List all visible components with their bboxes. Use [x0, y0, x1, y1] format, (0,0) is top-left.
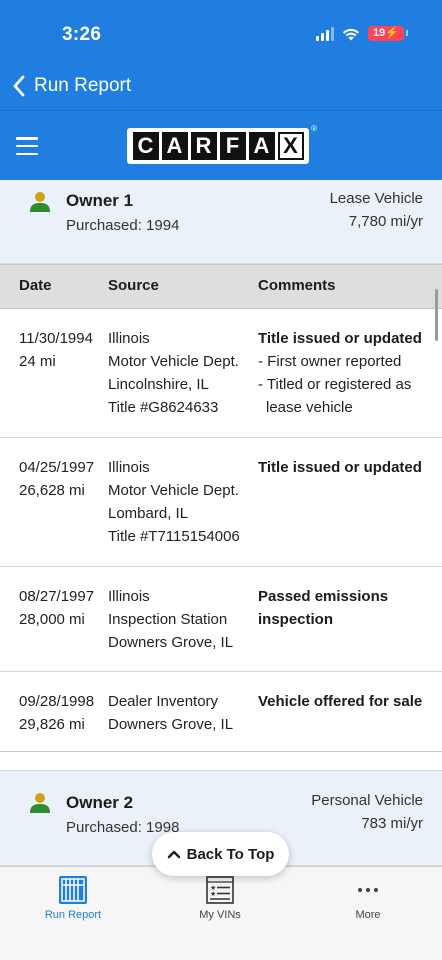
- row-mileage: 28,000 mi: [19, 611, 85, 628]
- row-source-line: Lincolnshire, IL: [108, 376, 209, 393]
- back-to-top-button[interactable]: Back To Top: [152, 832, 289, 876]
- status-icons: 19⚡: [316, 26, 408, 41]
- row-comment-title: Title issued or updated: [258, 459, 422, 476]
- row-source-line: Downers Grove, IL: [108, 634, 234, 651]
- tab-bar: Run Report ★ ★ My VINs More: [0, 866, 442, 960]
- table-row: 11/30/1994 24 mi Illinois Motor Vehicle …: [0, 309, 442, 438]
- status-time: 3:26: [62, 24, 102, 45]
- tab-label: My VINs: [199, 909, 241, 921]
- logo-letter: R: [190, 132, 217, 160]
- wifi-icon: [342, 28, 360, 40]
- table-header: Date Source Comments: [0, 265, 442, 309]
- tab-more[interactable]: More: [308, 875, 428, 921]
- tab-label: Run Report: [44, 909, 102, 921]
- history-table[interactable]: Date Source Comments 11/30/1994 24 mi Il…: [0, 264, 442, 752]
- header-date: Date: [19, 277, 52, 294]
- row-date: 08/27/1997: [19, 588, 95, 605]
- owner-card: Owner 1 Purchased: 1994 Lease Vehicle 7,…: [0, 180, 442, 264]
- row-source-line: Downers Grove, IL: [108, 716, 234, 733]
- logo-letter: C: [132, 132, 159, 160]
- logo-letter: F: [219, 132, 246, 160]
- row-mileage: 26,628 mi: [19, 482, 85, 499]
- header-source: Source: [108, 277, 159, 294]
- row-source-line: Motor Vehicle Dept.: [108, 353, 239, 370]
- back-label: Run Report: [34, 75, 132, 96]
- row-comment-title: Vehicle offered for sale: [258, 693, 423, 710]
- logo-letter: A: [248, 132, 275, 160]
- table-row: 09/28/1998 29,826 mi Dealer Inventory Do…: [0, 672, 442, 751]
- logo-letter: A: [161, 132, 188, 160]
- menu-icon[interactable]: [16, 137, 38, 155]
- row-source-line: Illinois: [108, 330, 150, 347]
- battery-indicator: 19⚡: [368, 26, 408, 41]
- tab-my-vins[interactable]: ★ ★ My VINs: [160, 875, 280, 921]
- table-row: 04/25/1997 26,628 mi Illinois Motor Vehi…: [0, 438, 442, 567]
- header-comments: Comments: [258, 277, 336, 294]
- row-date: 11/30/1994: [19, 330, 93, 347]
- tab-label: More: [355, 909, 381, 921]
- owner-vehicle-type: Lease Vehicle: [329, 190, 423, 207]
- back-to-top-label: Back To Top: [186, 845, 275, 863]
- svg-text:★: ★: [210, 890, 216, 898]
- chevron-left-icon: [13, 75, 25, 97]
- logo-letter: X: [277, 132, 304, 160]
- row-comment-item: - Titled or registered as lease vehicle: [258, 376, 412, 416]
- back-button[interactable]: Run Report: [10, 72, 131, 100]
- owner-title: Owner 2: [66, 793, 134, 812]
- brand-bar: C A R F A X ®: [0, 110, 442, 180]
- row-source-line: Illinois: [108, 459, 150, 476]
- tab-run-report[interactable]: Run Report: [13, 875, 133, 921]
- row-source-line: Title #G8624633: [108, 399, 219, 416]
- person-icon: [30, 192, 50, 212]
- row-mileage: 29,826 mi: [19, 716, 85, 733]
- carfax-logo: C A R F A X ®: [127, 124, 317, 164]
- row-date: 09/28/1998: [19, 693, 95, 710]
- scrollbar[interactable]: [435, 289, 438, 341]
- row-source-line: Inspection Station: [108, 611, 228, 628]
- top-bar: 3:26 19⚡ Run Report: [0, 0, 442, 110]
- row-source-line: Dealer Inventory: [108, 693, 219, 710]
- table-row: 08/27/1997 28,000 mi Illinois Inspection…: [0, 567, 442, 672]
- row-source-line: Motor Vehicle Dept.: [108, 482, 239, 499]
- chevron-up-icon: [167, 850, 180, 859]
- owner-usage: 783 mi/yr: [361, 815, 423, 832]
- owner-usage: 7,780 mi/yr: [348, 213, 423, 230]
- battery-level: 19: [373, 27, 386, 39]
- signal-icon: [316, 26, 335, 41]
- row-mileage: 24 mi: [19, 353, 56, 370]
- run-report-icon: [59, 876, 87, 904]
- more-dots-icon: [358, 875, 378, 905]
- owner-vehicle-type: Personal Vehicle: [311, 792, 423, 809]
- owner-purchased: Purchased: 1998: [66, 819, 180, 836]
- row-source-line: Title #T7115154006: [108, 528, 240, 545]
- row-comment-item: - First owner reported: [258, 353, 402, 370]
- row-source-line: Illinois: [108, 588, 150, 605]
- owner-purchased: Purchased: 1994: [66, 217, 180, 234]
- row-comment-title: Title issued or updated: [258, 330, 422, 347]
- registered-mark: ®: [311, 124, 317, 133]
- owner-title: Owner 1: [66, 191, 134, 210]
- my-vins-icon: ★ ★: [206, 876, 234, 904]
- row-comment-title: Passed emissions inspection: [258, 588, 389, 628]
- row-date: 04/25/1997: [19, 459, 95, 476]
- person-icon: [30, 793, 50, 813]
- row-source-line: Lombard, IL: [108, 505, 189, 522]
